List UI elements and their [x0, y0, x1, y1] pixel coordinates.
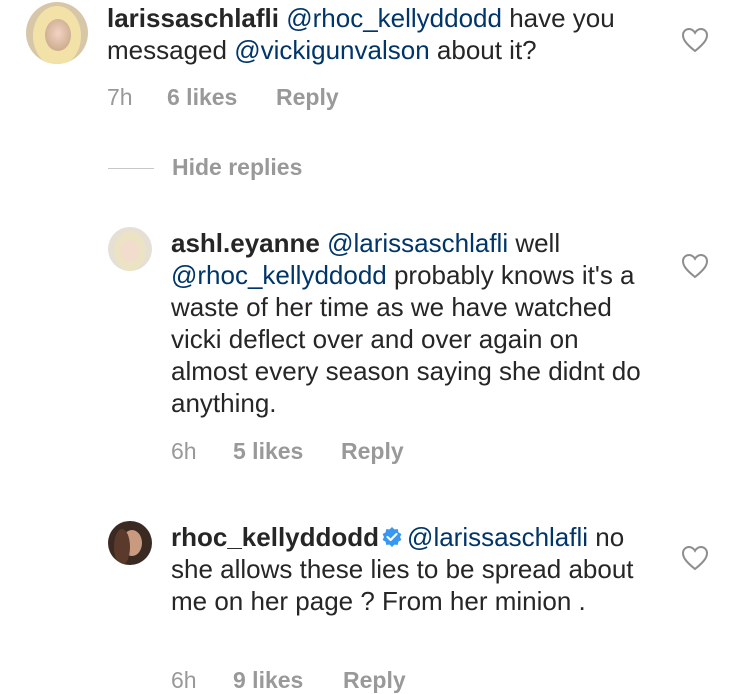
comment-text: ashl.eyanne @larissaschlafli well @rhoc_… — [171, 227, 661, 419]
mention-link[interactable]: @larissaschlafli — [327, 228, 508, 258]
comment-body: about it? — [429, 35, 537, 65]
avatar[interactable] — [26, 2, 88, 64]
heart-icon[interactable] — [681, 545, 709, 571]
verified-badge-icon — [382, 527, 402, 547]
timestamp: 7h — [107, 84, 133, 110]
mention-link[interactable]: @rhoc_kellyddodd — [286, 3, 502, 33]
likes-count[interactable]: 5 likes — [233, 438, 303, 465]
timestamp: 6h — [171, 667, 197, 693]
avatar[interactable] — [108, 227, 152, 271]
comment-text: rhoc_kellyddodd @larissaschlafli no she … — [171, 521, 661, 617]
reply-button[interactable]: Reply — [276, 84, 339, 111]
likes-count[interactable]: 6 likes — [167, 84, 237, 111]
reply-button[interactable]: Reply — [343, 667, 406, 694]
mention-link[interactable]: @vickigunvalson — [234, 35, 429, 65]
timestamp: 6h — [171, 438, 197, 464]
username[interactable]: ashl.eyanne — [171, 228, 320, 258]
comment-body: well — [508, 228, 561, 258]
comment-text: larissaschlafli @rhoc_kellyddodd have yo… — [107, 2, 667, 66]
username[interactable]: rhoc_kellyddodd — [171, 522, 379, 552]
reply-button[interactable]: Reply — [341, 438, 404, 465]
heart-icon[interactable] — [681, 253, 709, 279]
hide-replies-label: Hide replies — [172, 154, 303, 180]
heart-icon[interactable] — [681, 27, 709, 53]
username[interactable]: larissaschlafli — [107, 3, 279, 33]
divider — [108, 168, 154, 169]
mention-link[interactable]: @rhoc_kellyddodd — [171, 260, 387, 290]
mention-link[interactable]: @larissaschlafli — [407, 522, 588, 552]
avatar[interactable] — [108, 521, 152, 565]
likes-count[interactable]: 9 likes — [233, 667, 303, 694]
